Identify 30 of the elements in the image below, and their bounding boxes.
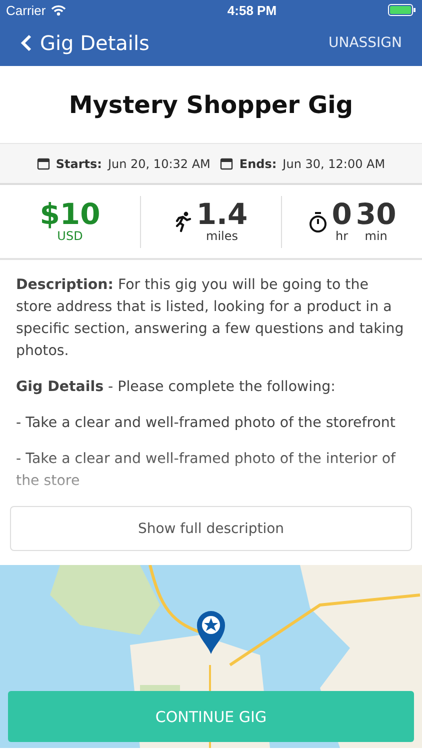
distance-value: 1.4	[196, 200, 248, 229]
carrier-name: Carrier	[6, 2, 46, 18]
duration-unit: min	[364, 229, 388, 243]
duration-unit: hr	[336, 229, 348, 243]
distance-unit: miles	[206, 229, 238, 243]
show-description-button[interactable]: Show full description	[10, 506, 412, 551]
back-chevron-icon	[20, 34, 32, 52]
clock-time: 4:58 PM	[227, 2, 277, 18]
map-pin-icon	[196, 610, 226, 654]
calendar-icon	[220, 157, 234, 170]
description-paragraph: Gig Details - Please complete the following:	[16, 378, 336, 397]
date-value: Jun 20, 10:32 AM	[108, 156, 210, 170]
description-paragraph: Description: For this gig you will be going to the store address that is listed, looking for a product in a specific section, answering a few questions and taking photos.	[16, 276, 405, 361]
description-paragraph: - Take a clear and well-framed photo of the interior of the store	[16, 450, 397, 491]
pay-currency: USD	[57, 229, 83, 243]
date-label: Starts:	[56, 156, 102, 170]
duration-value: 0	[332, 200, 352, 229]
calendar-icon	[36, 157, 50, 170]
date-label: Ends:	[239, 156, 277, 170]
stopwatch-icon	[308, 210, 328, 232]
gig-title: Mystery Shopper Gig	[68, 90, 354, 120]
runner-icon	[174, 210, 192, 232]
date-value: Jun 30, 12:00 AM	[282, 156, 386, 170]
unassign-button[interactable]: UNASSIGN	[322, 34, 408, 52]
pay-amount: $10	[40, 200, 100, 229]
description-paragraph: - Take a clear and well-framed photo of the storefront	[16, 414, 396, 433]
wifi-icon	[50, 4, 66, 16]
back-button[interactable]: Gig Details	[20, 31, 150, 55]
duration-value: 30	[356, 200, 396, 229]
battery-icon	[388, 4, 416, 16]
